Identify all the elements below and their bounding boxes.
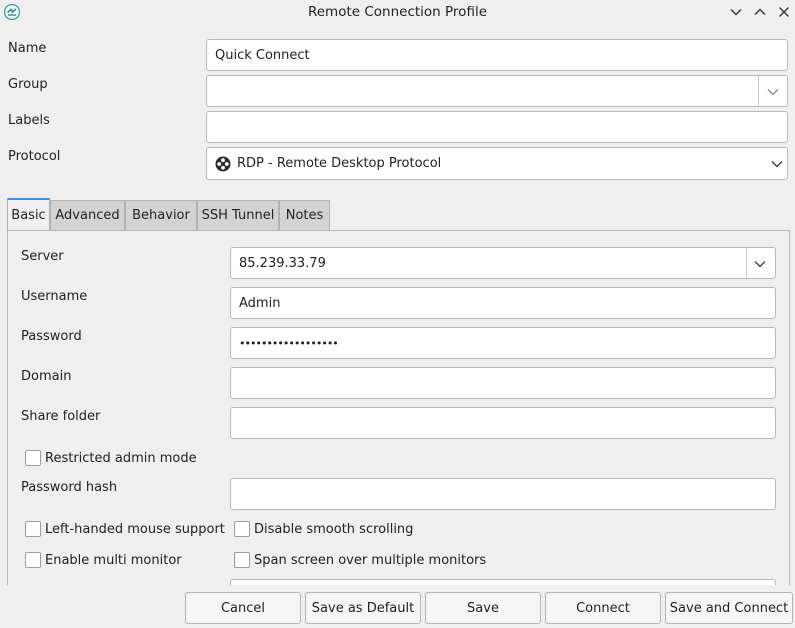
chevron-down-icon[interactable] (770, 159, 784, 169)
password-hash-label: Password hash (21, 480, 118, 495)
share-folder-input[interactable] (230, 407, 776, 439)
username-input[interactable]: Admin (230, 287, 776, 319)
partial-input[interactable] (230, 579, 776, 585)
left-handed-label: Left-handed mouse support (45, 522, 225, 537)
protocol-value: RDP - Remote Desktop Protocol (237, 156, 442, 171)
domain-input[interactable] (230, 367, 776, 399)
name-input[interactable]: Quick Connect (206, 39, 788, 71)
password-input[interactable]: •••••••••••••••••• (230, 327, 776, 359)
protocol-select[interactable]: RDP - Remote Desktop Protocol (206, 147, 788, 180)
rdp-protocol-icon (215, 156, 231, 171)
span-screen-checkbox[interactable] (234, 552, 250, 568)
chevron-down-icon[interactable] (753, 259, 767, 269)
name-label: Name (8, 41, 47, 56)
combo-separator (758, 76, 759, 106)
tab-basic[interactable]: Basic (7, 198, 50, 231)
title-bar: Remote Connection Profile (0, 0, 795, 25)
cancel-button[interactable]: Cancel (185, 592, 301, 624)
domain-label: Domain (21, 369, 72, 384)
group-label: Group (8, 77, 48, 92)
server-combo[interactable]: 85.239.33.79 (230, 247, 776, 279)
save-and-connect-button[interactable]: Save and Connect (665, 592, 793, 624)
combo-separator (746, 248, 747, 278)
basic-tab-panel: Server 85.239.33.79 Username Admin Passw… (7, 230, 790, 585)
password-hash-input[interactable] (230, 478, 776, 510)
server-label: Server (21, 249, 64, 264)
close-icon[interactable] (775, 3, 793, 21)
multi-monitor-label: Enable multi monitor (45, 553, 182, 568)
username-label: Username (21, 289, 88, 304)
chevron-up-icon[interactable] (751, 3, 769, 21)
save-as-default-button[interactable]: Save as Default (305, 592, 421, 624)
group-combo[interactable] (206, 75, 788, 107)
share-folder-label: Share folder (21, 409, 101, 424)
multi-monitor-checkbox[interactable] (25, 552, 41, 568)
tab-advanced[interactable]: Advanced (50, 200, 125, 230)
restricted-admin-checkbox[interactable] (25, 450, 41, 466)
restricted-admin-label: Restricted admin mode (45, 451, 197, 466)
protocol-label: Protocol (8, 149, 61, 164)
connect-button[interactable]: Connect (545, 592, 661, 624)
chevron-down-icon[interactable] (727, 3, 745, 21)
tab-behavior[interactable]: Behavior (125, 200, 197, 230)
window-title: Remote Connection Profile (307, 4, 488, 20)
tab-ssh-tunnel[interactable]: SSH Tunnel (197, 200, 279, 230)
password-label: Password (21, 329, 82, 344)
labels-input[interactable] (206, 111, 788, 143)
save-button[interactable]: Save (425, 592, 541, 624)
tab-notes[interactable]: Notes (279, 200, 330, 230)
disable-smooth-scrolling-label: Disable smooth scrolling (254, 522, 414, 537)
server-value: 85.239.33.79 (239, 255, 326, 271)
labels-label: Labels (8, 113, 50, 128)
chevron-down-icon[interactable] (766, 87, 780, 97)
left-handed-checkbox[interactable] (25, 521, 41, 537)
disable-smooth-scrolling-checkbox[interactable] (234, 521, 250, 537)
span-screen-label: Span screen over multiple monitors (254, 553, 487, 568)
